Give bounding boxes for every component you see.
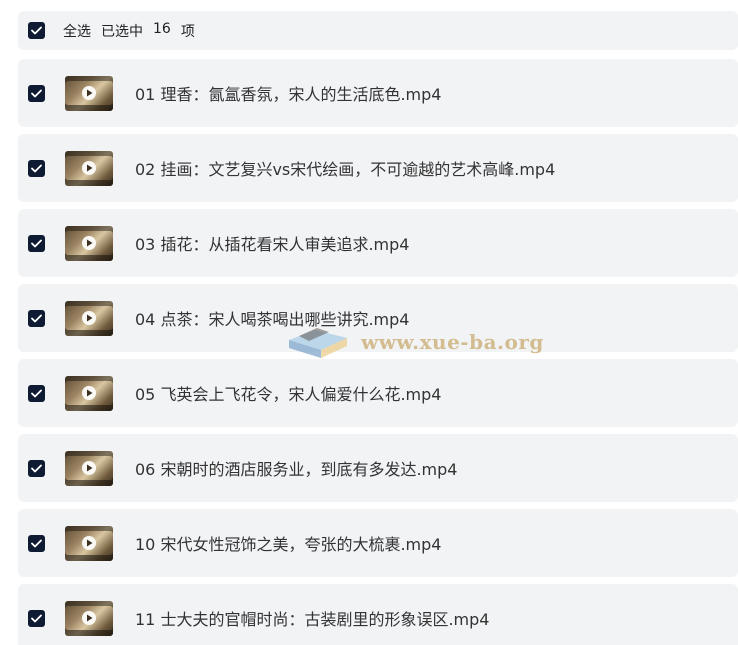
file-row[interactable]: 11 士大夫的官帽时尚：古装剧里的形象误区.mp4	[18, 584, 738, 645]
check-icon	[31, 539, 42, 547]
select-all-label[interactable]: 全选	[63, 21, 91, 41]
file-row[interactable]: 06 宋朝时的酒店服务业，到底有多发达.mp4	[18, 434, 738, 502]
file-checkbox[interactable]	[28, 309, 45, 327]
video-thumbnail-icon[interactable]	[65, 450, 113, 486]
play-icon	[82, 86, 96, 100]
play-icon	[82, 461, 96, 475]
file-row[interactable]: 01 理香：氤氲香氛，宋人的生活底色.mp4	[18, 59, 738, 127]
file-name[interactable]: 11 士大夫的官帽时尚：古装剧里的形象误区.mp4	[135, 606, 489, 630]
play-icon	[82, 611, 96, 625]
check-icon	[31, 239, 42, 247]
video-thumbnail-icon[interactable]	[65, 150, 113, 186]
file-name[interactable]: 03 插花：从插花看宋人审美追求.mp4	[135, 231, 409, 255]
file-checkbox[interactable]	[28, 84, 45, 102]
file-checkbox[interactable]	[28, 609, 45, 627]
video-thumbnail-icon[interactable]	[65, 525, 113, 561]
check-icon	[31, 89, 42, 97]
selected-prefix: 已选中	[101, 23, 143, 40]
video-thumbnail-icon[interactable]	[65, 225, 113, 261]
file-checkbox[interactable]	[28, 459, 45, 477]
file-name[interactable]: 04 点茶：宋人喝茶喝出哪些讲究.mp4	[135, 306, 409, 330]
video-thumbnail-icon[interactable]	[65, 600, 113, 636]
file-checkbox[interactable]	[28, 234, 45, 252]
check-icon	[31, 314, 42, 322]
file-row[interactable]: 03 插花：从插花看宋人审美追求.mp4	[18, 209, 738, 277]
play-icon	[82, 386, 96, 400]
file-selection-panel: 全选 已选中 16 项 01 理香：氤氲香氛，宋人的生活底色.mp4 02 挂画…	[0, 0, 738, 645]
file-checkbox[interactable]	[28, 384, 45, 402]
file-name[interactable]: 10 宋代女性冠饰之美，夸张的大梳裹.mp4	[135, 531, 441, 555]
selected-suffix: 项	[180, 23, 195, 40]
check-icon	[31, 26, 42, 35]
video-thumbnail-icon[interactable]	[65, 375, 113, 411]
select-all-bar: 全选 已选中 16 项	[18, 11, 738, 50]
check-icon	[31, 464, 42, 472]
file-name[interactable]: 06 宋朝时的酒店服务业，到底有多发达.mp4	[135, 456, 457, 480]
play-icon	[82, 161, 96, 175]
file-row[interactable]: 04 点茶：宋人喝茶喝出哪些讲究.mp4	[18, 284, 738, 352]
selection-summary: 全选 已选中 16 项	[63, 21, 195, 41]
play-icon	[82, 311, 96, 325]
video-thumbnail-icon[interactable]	[65, 75, 113, 111]
file-checkbox[interactable]	[28, 159, 45, 177]
check-icon	[31, 164, 42, 172]
play-icon	[82, 536, 96, 550]
selected-count: 16	[153, 20, 171, 37]
file-name[interactable]: 05 飞英会上飞花令，宋人偏爱什么花.mp4	[135, 381, 441, 405]
file-row[interactable]: 10 宋代女性冠饰之美，夸张的大梳裹.mp4	[18, 509, 738, 577]
check-icon	[31, 389, 42, 397]
select-all-checkbox[interactable]	[28, 22, 45, 39]
file-name[interactable]: 01 理香：氤氲香氛，宋人的生活底色.mp4	[135, 81, 441, 105]
check-icon	[31, 614, 42, 622]
video-thumbnail-icon[interactable]	[65, 300, 113, 336]
file-name[interactable]: 02 挂画：文艺复兴vs宋代绘画，不可逾越的艺术高峰.mp4	[135, 156, 555, 180]
file-row[interactable]: 02 挂画：文艺复兴vs宋代绘画，不可逾越的艺术高峰.mp4	[18, 134, 738, 202]
file-row[interactable]: 05 飞英会上飞花令，宋人偏爱什么花.mp4	[18, 359, 738, 427]
file-list: 01 理香：氤氲香氛，宋人的生活底色.mp4 02 挂画：文艺复兴vs宋代绘画，…	[18, 59, 738, 645]
play-icon	[82, 236, 96, 250]
file-checkbox[interactable]	[28, 534, 45, 552]
